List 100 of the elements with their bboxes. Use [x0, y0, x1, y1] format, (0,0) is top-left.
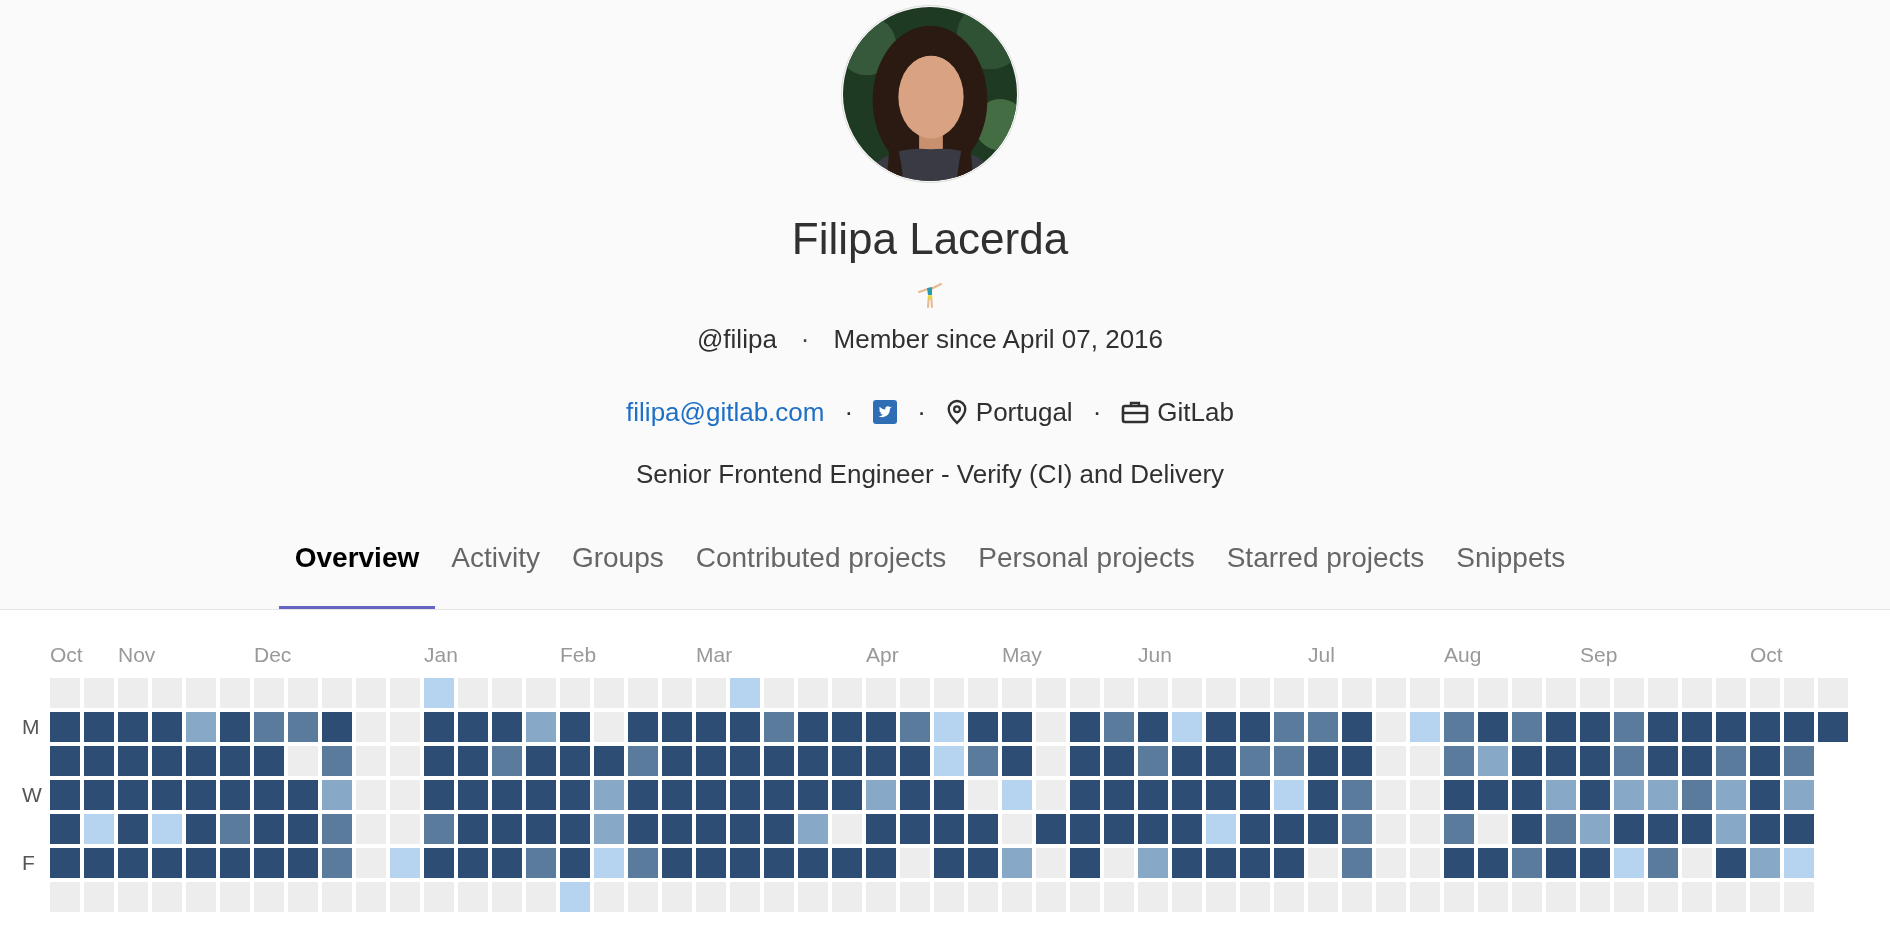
contribution-cell[interactable]: [1444, 746, 1474, 776]
contribution-cell[interactable]: [84, 814, 114, 844]
contribution-cell[interactable]: [1274, 746, 1304, 776]
contribution-cell[interactable]: [1682, 746, 1712, 776]
contribution-cell[interactable]: [764, 814, 794, 844]
contribution-cell[interactable]: [1308, 712, 1338, 742]
contribution-cell[interactable]: [1206, 712, 1236, 742]
contribution-cell[interactable]: [84, 780, 114, 810]
contribution-cell[interactable]: [1580, 712, 1610, 742]
contribution-cell[interactable]: [1308, 814, 1338, 844]
contribution-cell[interactable]: [560, 712, 590, 742]
contribution-cell[interactable]: [1750, 814, 1780, 844]
contribution-cell[interactable]: [1648, 746, 1678, 776]
contribution-cell[interactable]: [118, 712, 148, 742]
contribution-cell[interactable]: [492, 746, 522, 776]
contribution-cell[interactable]: [1648, 814, 1678, 844]
contribution-cell[interactable]: [696, 780, 726, 810]
contribution-cell[interactable]: [594, 848, 624, 878]
contribution-cell[interactable]: [764, 712, 794, 742]
contribution-cell[interactable]: [934, 814, 964, 844]
contribution-cell[interactable]: [118, 814, 148, 844]
tab[interactable]: Contributed projects: [679, 535, 963, 609]
contribution-cell[interactable]: [1308, 780, 1338, 810]
contribution-cell[interactable]: [1138, 848, 1168, 878]
contribution-cell[interactable]: [322, 814, 352, 844]
contribution-cell[interactable]: [1444, 848, 1474, 878]
contribution-cell[interactable]: [50, 848, 80, 878]
contribution-cell[interactable]: [1716, 746, 1746, 776]
contribution-cell[interactable]: [220, 746, 250, 776]
contribution-cell[interactable]: [1342, 848, 1372, 878]
contribution-cell[interactable]: [220, 712, 250, 742]
contribution-cell[interactable]: [1308, 746, 1338, 776]
contribution-cell[interactable]: [628, 712, 658, 742]
contribution-cell[interactable]: [1240, 848, 1270, 878]
contribution-cell[interactable]: [1172, 848, 1202, 878]
contribution-cell[interactable]: [1784, 814, 1814, 844]
contribution-cell[interactable]: [220, 780, 250, 810]
email-link[interactable]: filipa@gitlab.com: [626, 396, 825, 428]
contribution-cell[interactable]: [934, 848, 964, 878]
contribution-cell[interactable]: [798, 848, 828, 878]
contribution-cell[interactable]: [968, 712, 998, 742]
contribution-cell[interactable]: [1240, 814, 1270, 844]
contribution-cell[interactable]: [186, 712, 216, 742]
contribution-cell[interactable]: [1478, 746, 1508, 776]
tab[interactable]: Activity: [435, 535, 556, 609]
contribution-cell[interactable]: [50, 712, 80, 742]
contribution-cell[interactable]: [50, 814, 80, 844]
contribution-cell[interactable]: [730, 678, 760, 708]
contribution-cell[interactable]: [866, 814, 896, 844]
contribution-cell[interactable]: [1444, 780, 1474, 810]
contribution-cell[interactable]: [288, 848, 318, 878]
contribution-cell[interactable]: [526, 780, 556, 810]
contribution-cell[interactable]: [900, 712, 930, 742]
contribution-cell[interactable]: [1206, 814, 1236, 844]
contribution-cell[interactable]: [458, 712, 488, 742]
contribution-cell[interactable]: [1036, 814, 1066, 844]
contribution-cell[interactable]: [798, 746, 828, 776]
contribution-cell[interactable]: [84, 712, 114, 742]
contribution-cell[interactable]: [1240, 780, 1270, 810]
contribution-cell[interactable]: [1716, 814, 1746, 844]
contribution-cell[interactable]: [288, 712, 318, 742]
contribution-cell[interactable]: [1070, 746, 1100, 776]
contribution-cell[interactable]: [1070, 848, 1100, 878]
contribution-cell[interactable]: [1512, 848, 1542, 878]
contribution-cell[interactable]: [1784, 712, 1814, 742]
contribution-cell[interactable]: [866, 746, 896, 776]
contribution-cell[interactable]: [594, 746, 624, 776]
contribution-cell[interactable]: [764, 848, 794, 878]
contribution-cell[interactable]: [1682, 712, 1712, 742]
contribution-cell[interactable]: [730, 848, 760, 878]
contribution-cell[interactable]: [900, 780, 930, 810]
contribution-cell[interactable]: [730, 712, 760, 742]
contribution-cell[interactable]: [1716, 712, 1746, 742]
contribution-cell[interactable]: [186, 780, 216, 810]
contribution-cell[interactable]: [220, 814, 250, 844]
contribution-cell[interactable]: [152, 780, 182, 810]
contribution-cell[interactable]: [84, 746, 114, 776]
contribution-cell[interactable]: [1410, 712, 1440, 742]
contribution-cell[interactable]: [1070, 814, 1100, 844]
bird-icon[interactable]: [873, 400, 898, 424]
contribution-cell[interactable]: [390, 848, 420, 878]
contribution-cell[interactable]: [968, 848, 998, 878]
contribution-cell[interactable]: [1172, 746, 1202, 776]
contribution-cell[interactable]: [1784, 746, 1814, 776]
contribution-cell[interactable]: [1342, 746, 1372, 776]
contribution-cell[interactable]: [1546, 848, 1576, 878]
contribution-cell[interactable]: [1716, 848, 1746, 878]
contribution-cell[interactable]: [934, 780, 964, 810]
contribution-cell[interactable]: [1240, 746, 1270, 776]
contribution-cell[interactable]: [322, 712, 352, 742]
contribution-cell[interactable]: [458, 780, 488, 810]
contribution-cell[interactable]: [1172, 712, 1202, 742]
contribution-cell[interactable]: [1512, 780, 1542, 810]
contribution-cell[interactable]: [1240, 712, 1270, 742]
contribution-cell[interactable]: [254, 814, 284, 844]
tab[interactable]: Starred projects: [1210, 535, 1441, 609]
contribution-cell[interactable]: [322, 780, 352, 810]
contribution-cell[interactable]: [1138, 712, 1168, 742]
contribution-cell[interactable]: [1648, 712, 1678, 742]
contribution-cell[interactable]: [254, 848, 284, 878]
